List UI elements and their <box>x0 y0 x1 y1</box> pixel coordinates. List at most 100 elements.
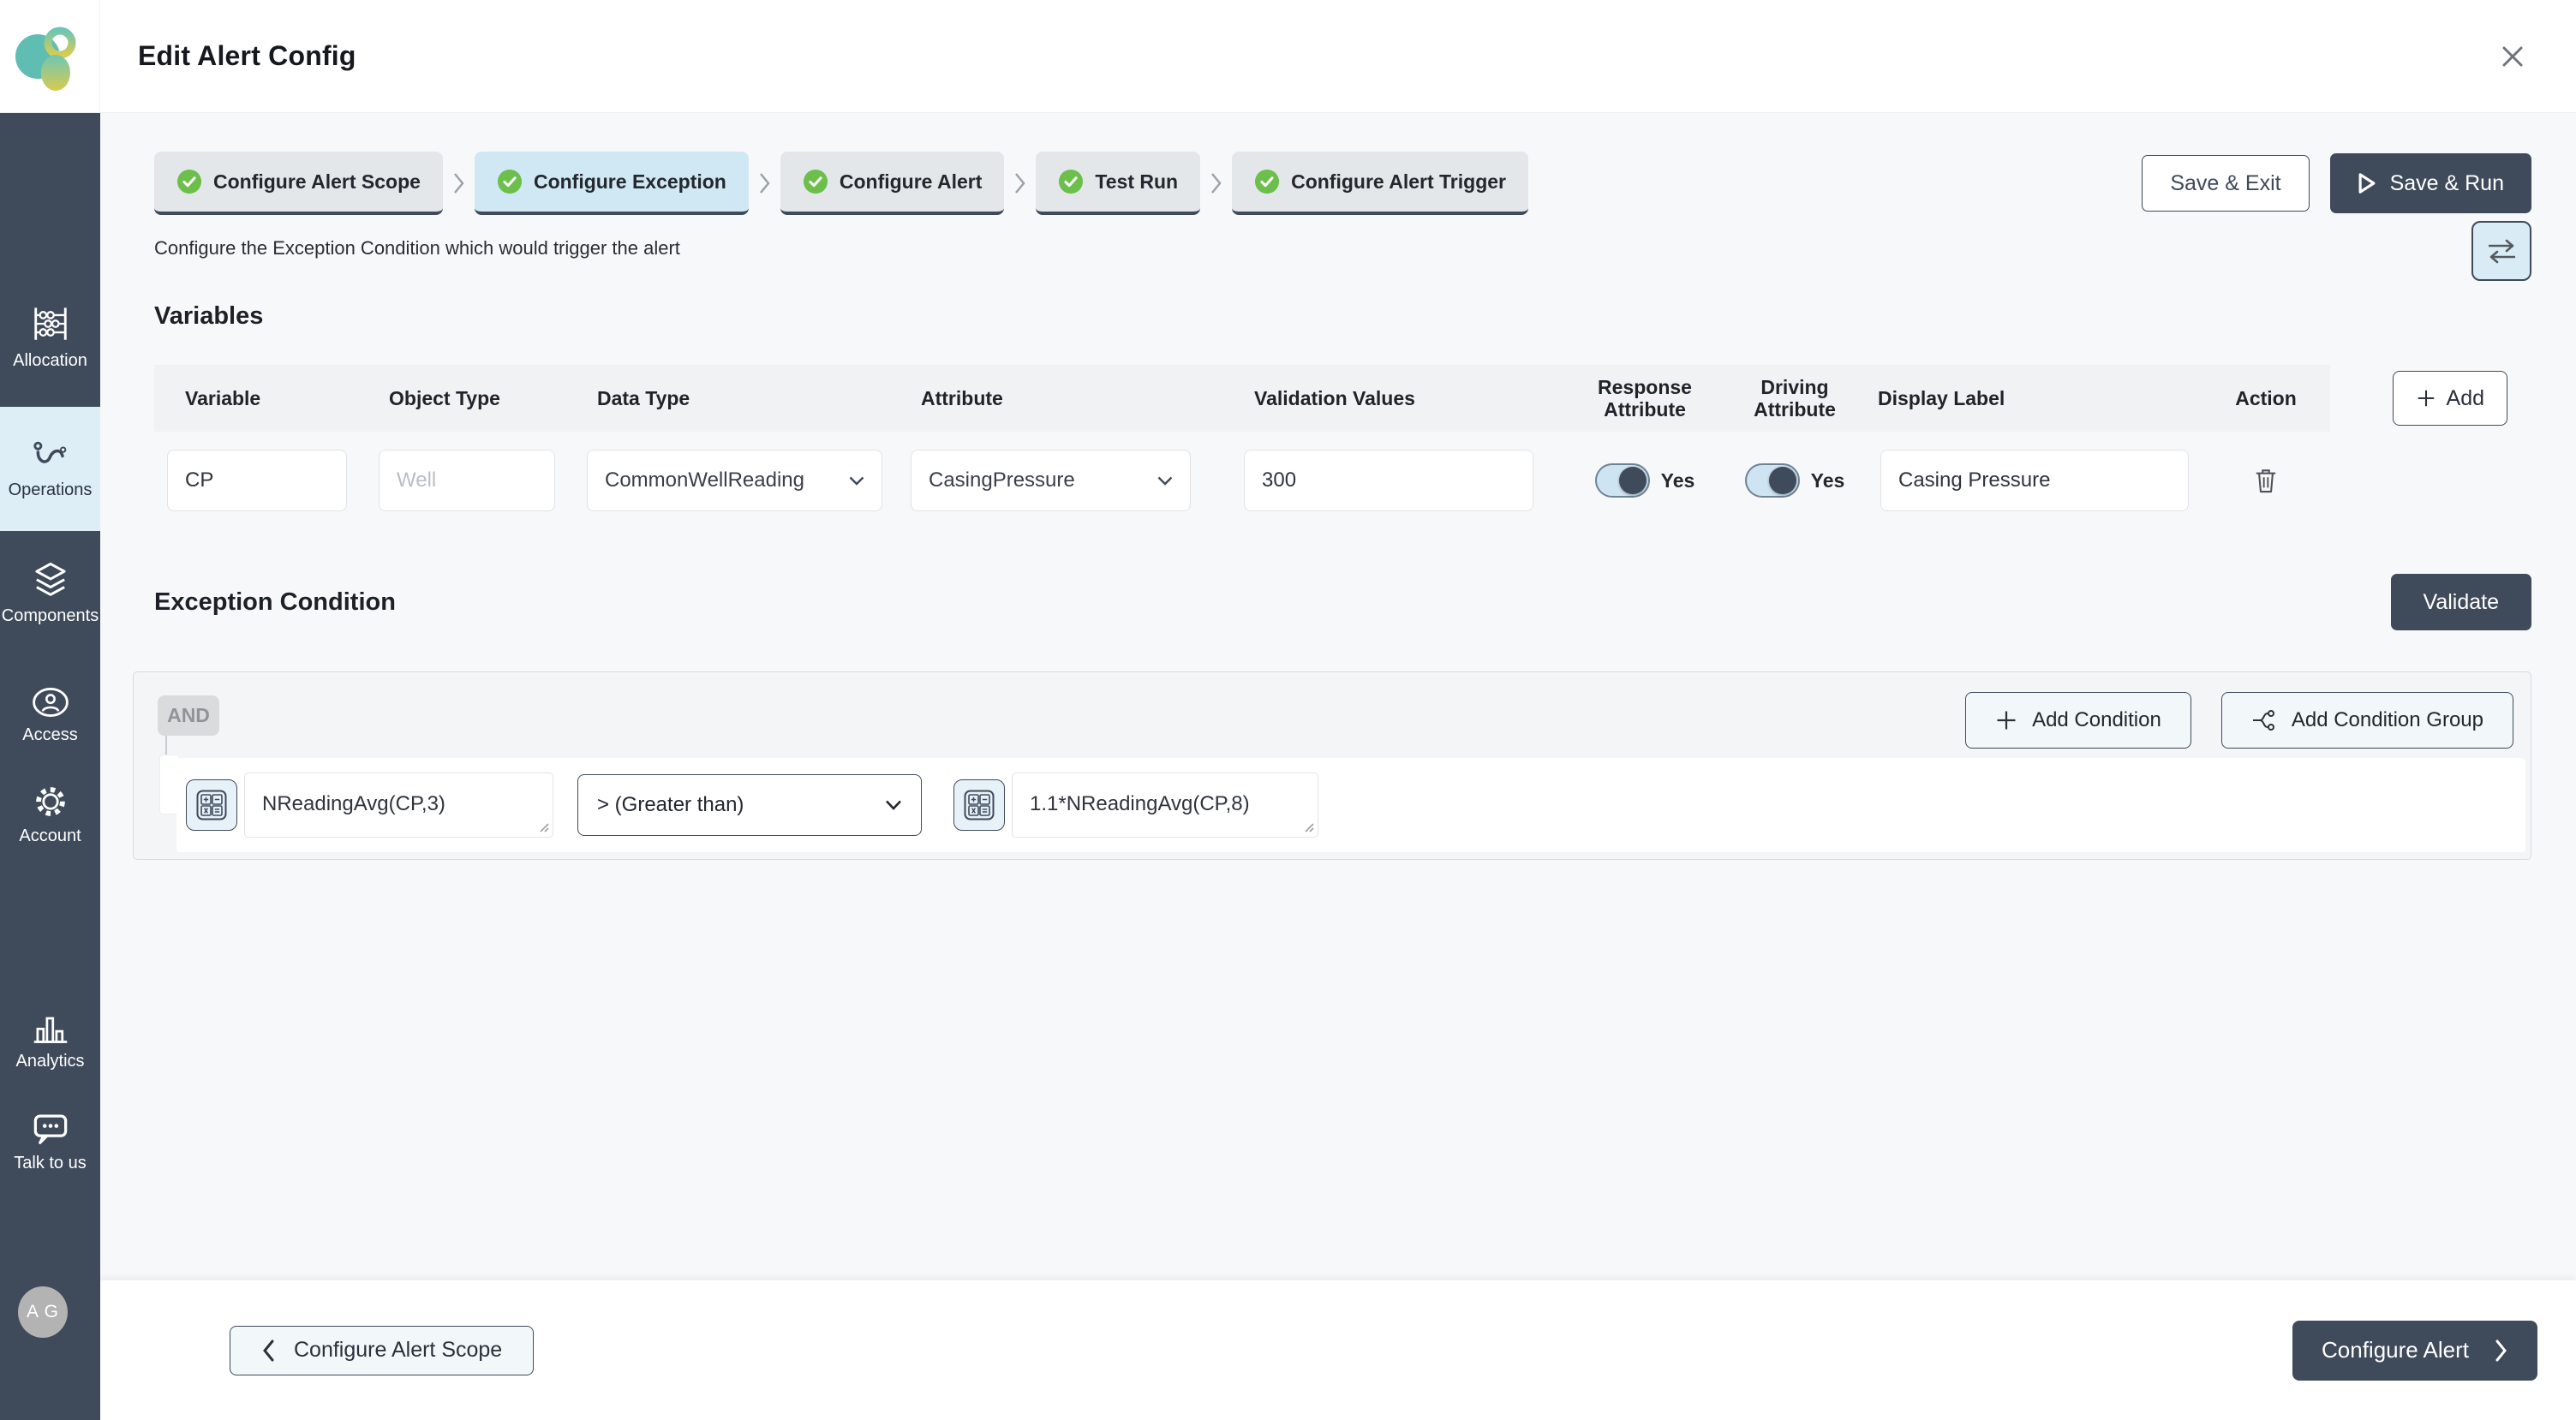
table-row: CommonWellReading CasingPressure <box>154 445 2330 516</box>
response-attribute-value: Yes <box>1661 469 1695 492</box>
driving-attribute-value: Yes <box>1811 469 1845 492</box>
sidebar-item-label: Talk to us <box>14 1154 86 1173</box>
add-condition-group-label: Add Condition Group <box>2292 708 2483 732</box>
formula-builder-button[interactable] <box>953 779 1005 831</box>
response-attribute-toggle[interactable] <box>1595 463 1650 498</box>
calculator-icon <box>196 790 227 820</box>
step-test-run[interactable]: Test Run <box>1036 152 1200 215</box>
step-configure-alert[interactable]: Configure Alert <box>780 152 1005 215</box>
data-type-select[interactable]: CommonWellReading <box>587 450 882 511</box>
sidebar: Allocation Operations Components <box>0 113 100 1420</box>
save-exit-button[interactable]: Save & Exit <box>2142 155 2309 212</box>
attribute-select[interactable]: CasingPressure <box>911 450 1191 511</box>
check-circle-icon <box>803 169 828 194</box>
gear-icon <box>33 785 69 818</box>
sidebar-item-allocation[interactable]: Allocation <box>0 288 100 387</box>
header: Edit Alert Config <box>0 0 2576 113</box>
table-header-row: Variable Object Type Data Type Attribute… <box>154 365 2330 432</box>
stepper: Configure Alert Scope Configure Exceptio… <box>154 152 2531 215</box>
chevron-down-icon <box>1157 476 1173 486</box>
chevron-right-icon <box>1013 170 1026 196</box>
col-header-data-type: Data Type <box>587 387 911 409</box>
sidebar-item-label: Analytics <box>15 1052 84 1071</box>
chevron-down-icon <box>885 800 902 810</box>
chevron-right-icon <box>2495 1339 2508 1363</box>
display-label-input[interactable] <box>1880 450 2189 511</box>
stepper-chips: Configure Alert Scope Configure Exceptio… <box>154 152 1528 215</box>
col-header-response-attribute: Response Attribute <box>1568 376 1722 421</box>
add-condition-group-button[interactable]: Add Condition Group <box>2221 692 2513 749</box>
col-header-display-label: Display Label <box>1868 387 2202 409</box>
chevron-down-icon <box>849 476 864 486</box>
abacus-icon <box>31 305 70 343</box>
sidebar-item-components[interactable]: Components <box>0 543 100 642</box>
variables-heading: Variables <box>154 302 2531 331</box>
branch-icon <box>2251 708 2277 732</box>
step-label: Configure Alert Trigger <box>1291 170 1506 194</box>
next-button-label: Configure Alert <box>2322 1337 2469 1363</box>
condition-rhs-input[interactable]: 1.1*NReadingAvg(CP,8) <box>1012 773 1318 838</box>
app-logo <box>0 0 100 112</box>
col-header-action: Action <box>2202 387 2330 409</box>
plus-icon <box>1995 709 2017 731</box>
sidebar-item-account[interactable]: Account <box>0 774 100 856</box>
variable-input[interactable] <box>167 450 347 511</box>
calculator-icon <box>964 790 995 820</box>
swap-layout-button[interactable] <box>2471 221 2531 281</box>
col-header-object-type: Object Type <box>379 387 587 409</box>
sidebar-item-operations[interactable]: Operations <box>0 407 100 531</box>
step-configure-exception[interactable]: Configure Exception <box>475 152 749 215</box>
chevron-left-icon <box>261 1339 275 1363</box>
close-icon[interactable] <box>2494 38 2531 75</box>
resize-handle[interactable] <box>539 822 549 832</box>
save-run-button[interactable]: Save & Run <box>2330 153 2531 213</box>
bar-chart-icon <box>32 1012 69 1043</box>
toggle-knob <box>1769 467 1796 494</box>
sidebar-item-label: Account <box>19 826 81 846</box>
data-type-value: CommonWellReading <box>605 468 804 492</box>
toggle-knob <box>1619 467 1647 494</box>
add-condition-label: Add Condition <box>2032 708 2161 732</box>
add-variable-label: Add <box>2447 386 2484 411</box>
save-run-label: Save & Run <box>2390 171 2504 196</box>
plus-icon <box>2416 388 2436 409</box>
next-configure-alert-button[interactable]: Configure Alert <box>2292 1321 2537 1381</box>
col-header-attribute: Attribute <box>911 387 1244 409</box>
step-configure-alert-scope[interactable]: Configure Alert Scope <box>154 152 443 215</box>
sidebar-item-label: Components <box>2 606 99 626</box>
sidebar-item-analytics[interactable]: Analytics <box>0 1000 100 1083</box>
resize-handle[interactable] <box>1304 822 1314 832</box>
play-icon <box>2358 172 2376 194</box>
check-circle-icon <box>497 169 523 194</box>
condition-row: NReadingAvg(CP,3) > (Greater than) <box>176 758 2525 852</box>
formula-builder-button[interactable] <box>186 779 237 831</box>
delete-row-button[interactable] <box>2254 466 2278 495</box>
layers-icon <box>31 560 70 598</box>
sidebar-item-talk-to-us[interactable]: Talk to us <box>0 1101 100 1184</box>
driving-attribute-toggle[interactable] <box>1745 463 1800 498</box>
group-operator-chip[interactable]: AND <box>158 695 219 736</box>
condition-lhs-input[interactable]: NReadingAvg(CP,3) <box>244 773 553 838</box>
exception-condition-heading: Exception Condition <box>154 588 396 617</box>
footer: Configure Alert Scope Configure Alert <box>100 1280 2576 1420</box>
step-configure-alert-trigger[interactable]: Configure Alert Trigger <box>1232 152 1528 215</box>
sidebar-item-access[interactable]: Access <box>0 675 100 757</box>
add-condition-button[interactable]: Add Condition <box>1965 692 2191 749</box>
validate-button[interactable]: Validate <box>2391 574 2532 630</box>
condition-operator-select[interactable]: > (Greater than) <box>577 774 922 836</box>
validation-values-input[interactable] <box>1244 450 1533 511</box>
col-header-validation-values: Validation Values <box>1244 387 1568 409</box>
top-actions: Save & Exit Save & Run <box>2142 153 2531 213</box>
variables-table: Variable Object Type Data Type Attribute… <box>154 365 2531 516</box>
col-header-driving-attribute: Driving Attribute <box>1722 376 1868 421</box>
back-configure-alert-scope-button[interactable]: Configure Alert Scope <box>230 1326 534 1375</box>
add-variable-button[interactable]: Add <box>2393 371 2507 426</box>
chevron-right-icon <box>452 170 465 196</box>
check-circle-icon <box>1254 169 1280 194</box>
object-type-input[interactable] <box>379 450 555 511</box>
avatar[interactable]: A G <box>18 1286 68 1338</box>
step-label: Configure Alert <box>840 170 983 194</box>
logo-icon <box>15 21 84 92</box>
check-circle-icon <box>176 169 202 194</box>
sidebar-item-label: Allocation <box>13 351 87 371</box>
